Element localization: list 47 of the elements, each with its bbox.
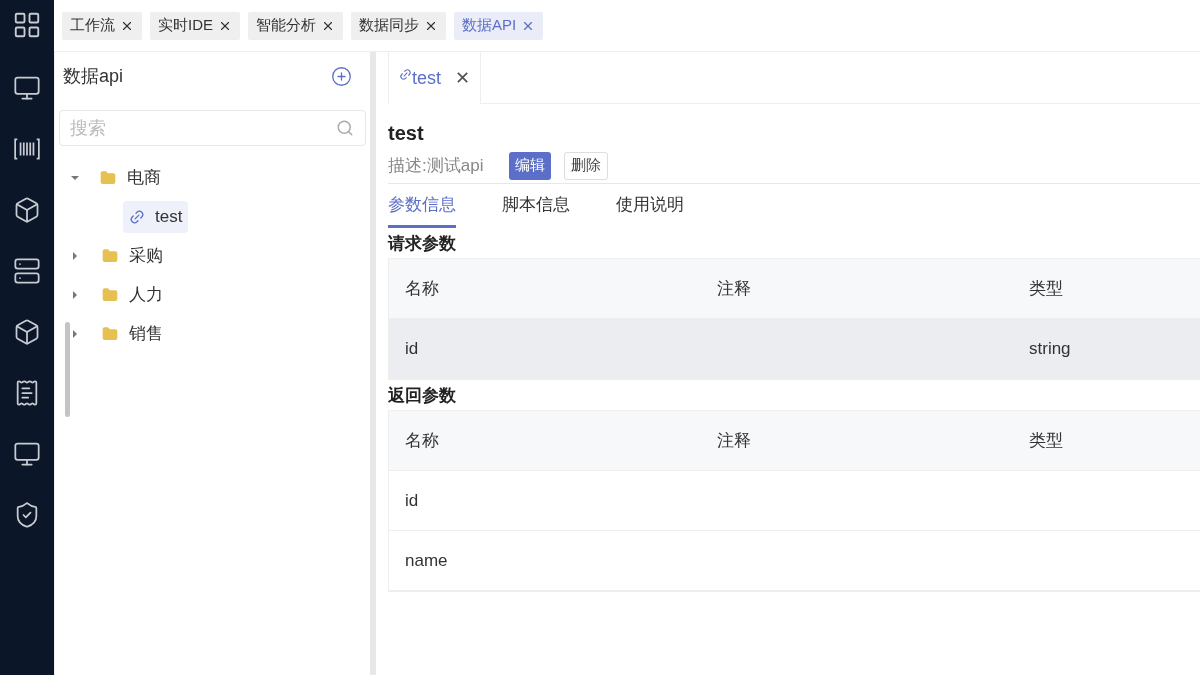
table-cell: id xyxy=(405,338,419,358)
api-name: test xyxy=(388,121,425,146)
monitor-icon[interactable] xyxy=(13,440,41,468)
tree-item[interactable]: 采购 xyxy=(59,236,366,275)
add-icon[interactable] xyxy=(331,65,352,87)
detail-tab[interactable]: 参数信息 xyxy=(388,184,456,228)
top-tab[interactable]: 数据同步 xyxy=(351,11,446,40)
column-header: 注释 xyxy=(717,430,751,450)
top-tab[interactable]: 数据API xyxy=(454,11,544,40)
edit-button[interactable]: 编辑 xyxy=(509,151,552,180)
tree-item[interactable]: test xyxy=(123,200,189,233)
panel-title: 数据api xyxy=(63,64,124,88)
grid-icon[interactable] xyxy=(12,10,42,40)
folder-icon xyxy=(99,169,117,186)
cube-icon[interactable] xyxy=(13,318,41,346)
table-cell: id xyxy=(405,490,419,510)
tree-item[interactable]: 销售 xyxy=(59,314,366,353)
section-title: 请求参数 xyxy=(388,232,457,255)
api-description: 描述:测试api xyxy=(388,154,484,177)
search-icon xyxy=(336,119,354,137)
close-icon[interactable]: ✕ xyxy=(455,64,470,92)
barcode-icon[interactable] xyxy=(13,135,41,163)
tree-item[interactable]: 电商 xyxy=(59,158,366,197)
search-field[interactable]: 搜索 xyxy=(59,110,366,146)
column-header: 名称 xyxy=(405,278,439,298)
top-tab[interactable]: 工作流 xyxy=(62,11,142,40)
column-header: 注释 xyxy=(717,278,751,298)
section-title: 返回参数 xyxy=(388,384,457,407)
tree-item[interactable]: 人力 xyxy=(59,275,366,314)
scrollbar[interactable] xyxy=(65,322,70,417)
column-header: 类型 xyxy=(1029,430,1063,450)
top-tab[interactable]: 智能分析 xyxy=(248,11,343,40)
cube-icon[interactable] xyxy=(13,196,41,224)
document-tab[interactable]: test ✕ xyxy=(388,52,481,104)
monitor-icon[interactable] xyxy=(13,74,41,102)
table-cell: string xyxy=(1029,338,1071,358)
detail-tab[interactable]: 脚本信息 xyxy=(502,184,570,228)
delete-button[interactable]: 删除 xyxy=(564,151,609,180)
folder-icon xyxy=(101,325,119,342)
folder-icon xyxy=(101,247,119,264)
column-header: 类型 xyxy=(1029,278,1063,298)
detail-tab[interactable]: 使用说明 xyxy=(616,184,684,228)
column-header: 名称 xyxy=(405,430,439,450)
top-tab[interactable]: 实时IDE xyxy=(150,11,240,40)
folder-icon xyxy=(101,286,119,303)
table-cell: name xyxy=(405,550,448,570)
server-icon[interactable] xyxy=(13,257,41,285)
